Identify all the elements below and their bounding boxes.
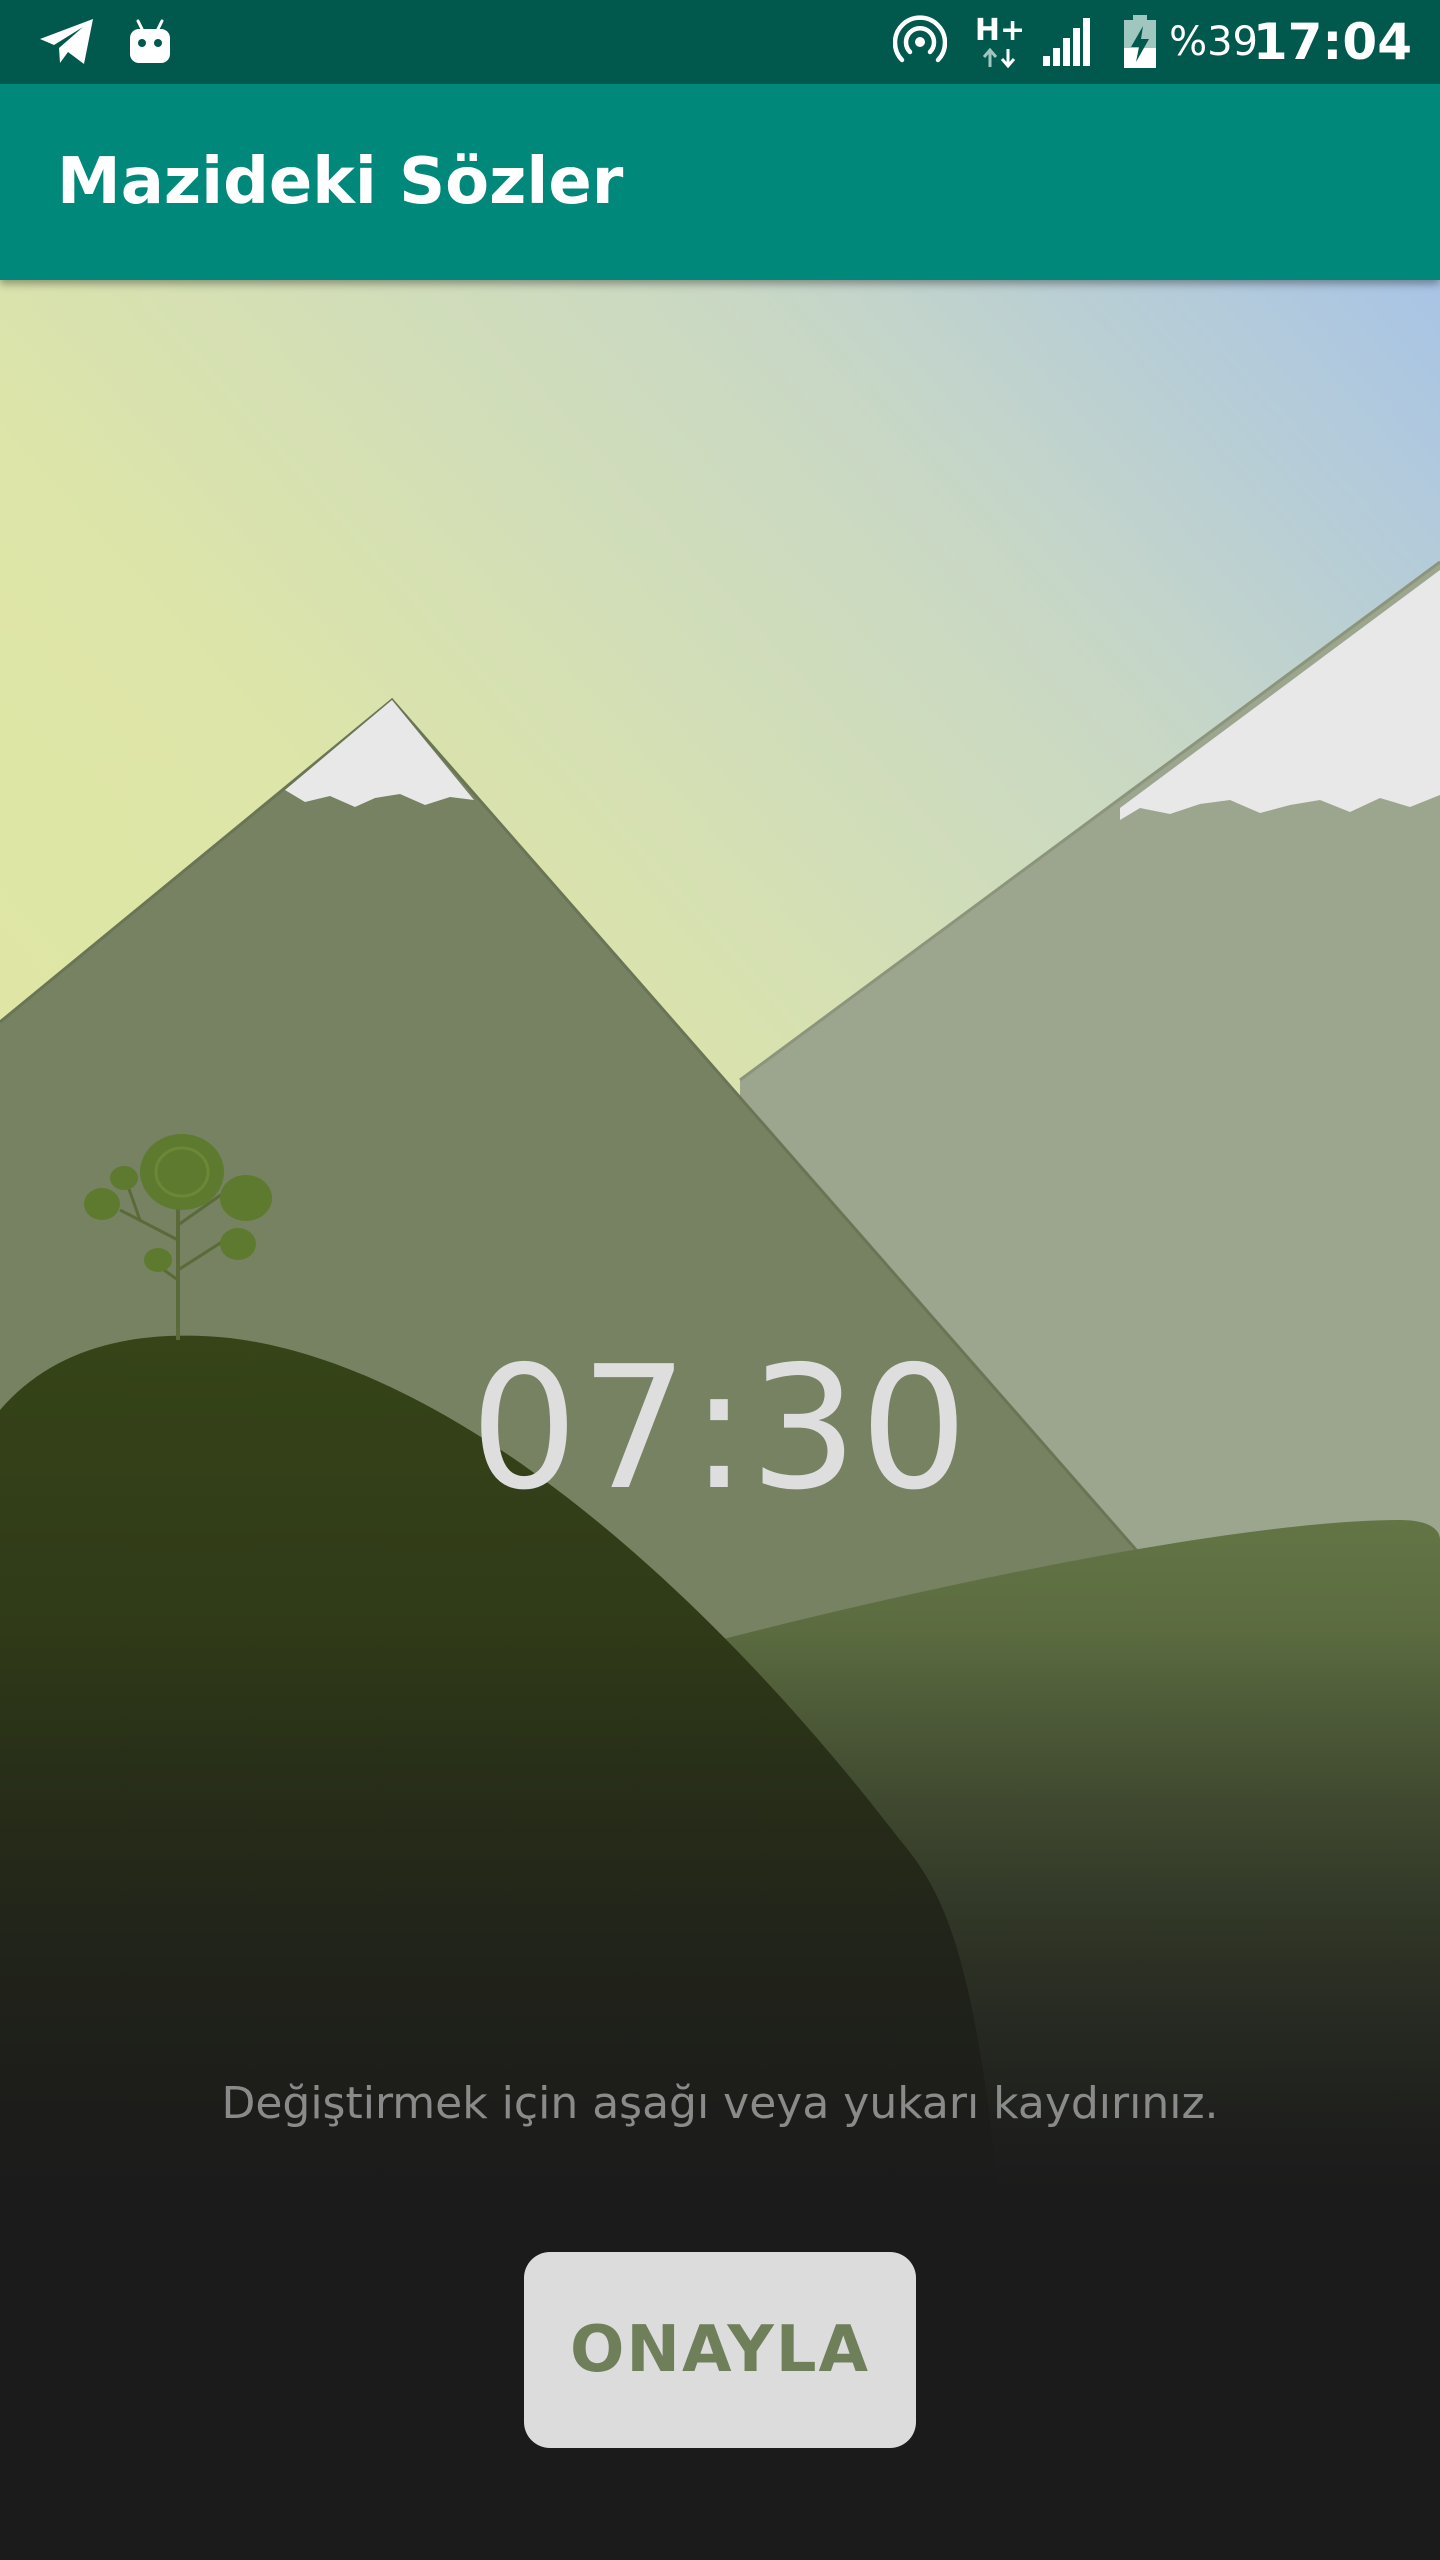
android-icon xyxy=(122,0,178,84)
app-bar: Mazideki Sözler xyxy=(0,84,1440,280)
telegram-icon xyxy=(32,0,102,84)
scroll-hint-text: Değiştirmek için aşağı veya yukarı kaydı… xyxy=(221,2078,1219,2129)
alarm-screen: H+ %39 17:04 Mazideki Sözler 07:30 Değiş… xyxy=(0,0,1440,2560)
battery-percent: %39 xyxy=(1169,19,1258,65)
app-title: Mazideki Sözler xyxy=(57,145,624,219)
alarm-time-picker[interactable]: 07:30 xyxy=(0,1330,1440,1528)
hotspot-icon xyxy=(890,0,950,84)
network-type-icon: H+ xyxy=(972,0,1028,84)
confirm-button[interactable]: ONAYLA xyxy=(524,2252,916,2448)
status-bar: H+ %39 17:04 xyxy=(0,0,1440,84)
battery-charging-icon xyxy=(1118,0,1162,84)
network-type-label: H+ xyxy=(974,13,1026,48)
status-clock: 17:04 xyxy=(1252,13,1412,71)
signal-icon xyxy=(1038,0,1096,84)
